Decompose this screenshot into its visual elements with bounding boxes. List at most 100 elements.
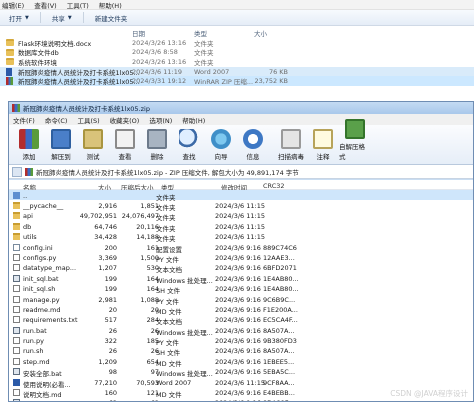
entry-name: readme.md (23, 305, 61, 314)
archive-row[interactable]: datatype_map... 1,207 530 文本文档 2024/3/6 9:16… (9, 263, 473, 274)
extract-icon (51, 129, 71, 149)
watermark: CSDN @JAVA程序设计 (390, 389, 468, 398)
menu-view[interactable]: 查看(V) (34, 0, 57, 10)
entry-modified: 2024/3/6 9:16 (215, 243, 261, 252)
column-size[interactable]: 大小 (254, 28, 267, 38)
entry-name: init_sql.sh (23, 285, 56, 294)
toolbar-divider (39, 12, 41, 23)
archive-row[interactable]: __pycache__ 2,916 1,851 文件夹 2024/3/6 11:15 (9, 200, 473, 212)
entry-size: 1,209 (98, 357, 117, 366)
archive-row[interactable]: run.py 322 185 PY 文件 2024/3/6 9:16 9B380FD3 (9, 335, 473, 347)
tool-wizard-button[interactable]: 向导 (205, 129, 237, 161)
share-button[interactable]: 共享 ▼ (47, 12, 77, 24)
tool-label: 查找 (182, 153, 196, 161)
menu-edit[interactable]: 编辑(E) (2, 0, 24, 10)
entry-size: 62 (79, 399, 117, 401)
menu-options[interactable]: 选项(N) (149, 115, 172, 125)
tool-extract-button[interactable]: 解压到 (45, 129, 77, 161)
entry-packed-size: 14,188 (136, 233, 159, 242)
toolbar-divider (82, 12, 84, 23)
parent-folder-row[interactable]: .. 文件夹 (9, 190, 473, 202)
archive-row[interactable]: db 64,746 20,116 文件夹 2024/3/6 11:15 (9, 221, 473, 233)
zip-icon (6, 77, 13, 86)
tool-sfx-button[interactable]: 自解压格式 (339, 119, 371, 161)
file-icon (13, 337, 20, 345)
entry-crc: 9CF8AA... (263, 378, 295, 387)
entry-size: 199 (104, 274, 117, 283)
menu-tools[interactable]: 工具(T) (67, 0, 89, 10)
menu-file[interactable]: 文件(F) (13, 115, 35, 125)
archive-row[interactable]: requirements.txt 517 284 文本文档 2024/3/6 9:16 E… (9, 315, 473, 326)
open-button[interactable]: 打开 ▼ (4, 12, 34, 24)
entry-packed-size: 20 (150, 305, 159, 314)
tool-test-button[interactable]: 测试 (77, 129, 109, 161)
folder-icon (6, 39, 14, 47)
file-date: 2024/3/31 19:12 (132, 77, 187, 86)
file-type: WinRAR ZIP 压缩... (194, 78, 254, 87)
entry-name: run.py (23, 337, 44, 346)
archive-row[interactable]: step.md 1,209 654 MD 文件 2024/3/6 9:16 1EBEE5.… (9, 356, 473, 368)
explorer-row[interactable]: Flask环境说明文档.docx 2024/3/26 13:16 文件夹 (0, 38, 474, 48)
bat-icon (13, 326, 20, 334)
tool-scan-button[interactable]: 扫描病毒 (275, 129, 307, 161)
menu-help[interactable]: 帮助(H) (99, 0, 122, 10)
tool-view-button[interactable]: 查看 (109, 129, 141, 161)
tool-info-button[interactable]: 信息 (237, 129, 269, 161)
archive-row[interactable]: api 49,702,951 24,076,497 文件夹 2024/3/6 11:15 (9, 211, 473, 222)
menu-commands[interactable]: 命令(C) (45, 115, 68, 125)
archive-row[interactable]: run.sh 26 26 SH 文件 2024/3/6 9:16 8A507A... (9, 346, 473, 357)
explorer-row[interactable]: 系统软件环境 2024/3/26 13:16 文件夹 (0, 57, 474, 67)
archive-row[interactable]: init_sql.bat 199 164 Windows 批处理... 2024/3/6… (9, 273, 473, 285)
archive-row[interactable]: configs.py 3,369 1,500 PY 文件 2024/3/6 9:16 12… (9, 252, 473, 264)
tool-add-button[interactable]: 添加 (13, 129, 45, 161)
menu-tools[interactable]: 工具(S) (77, 115, 99, 125)
entry-size: 26 (108, 326, 117, 335)
column-crc[interactable]: CRC32 (263, 182, 285, 190)
new-folder-label: 新建文件夹 (94, 14, 128, 23)
tool-delete-button[interactable]: 删除 (141, 129, 173, 161)
entry-modified: 2024/3/6 11:15 (215, 212, 265, 221)
delete-icon (147, 129, 167, 149)
file-explorer: 编辑(E) 查看(V) 工具(T) 帮助(H) 打开 ▼ 共享 ▼ 新建文件夹 日期… (0, 0, 474, 100)
menu-help[interactable]: 帮助(H) (182, 115, 205, 125)
explorer-row[interactable]: 数据库文件db 2024/3/6 8:58 文件夹 (0, 48, 474, 57)
explorer-row[interactable]: 新冠肺炎疫情人员统计及打卡系统1lx05... 2024/3/31 19:12 Wi… (0, 76, 474, 86)
archive-row[interactable]: manage.py 2,981 1,088 PY 文件 2024/3/6 9:16 9C6… (9, 294, 473, 306)
column-type[interactable]: 类型 (194, 28, 207, 38)
column-date[interactable]: 日期 (132, 28, 145, 38)
file-date: 2024/3/26 13:16 (132, 57, 187, 66)
window-title: 新冠肺炎疫情人员统计及打卡系统1lx05.zip (23, 105, 150, 113)
entry-modified: 2024/3/6 9:16 (215, 285, 261, 294)
tool-label: 查看 (118, 153, 132, 161)
tool-find-button[interactable]: 查找 (173, 129, 205, 161)
tool-label: 测试 (86, 153, 100, 161)
entry-name: configs.py (23, 253, 57, 262)
folder-icon (6, 58, 14, 66)
entry-name: __pycache__ (23, 201, 64, 210)
entry-crc: 6BFD2071 (263, 264, 297, 273)
archive-row[interactable]: init_sql.sh 199 164 SH 文件 2024/3/6 9:16 1E4AB… (9, 284, 473, 295)
new-folder-button[interactable]: 新建文件夹 (90, 12, 133, 24)
tool-label: 注释 (316, 153, 330, 161)
explorer-row[interactable]: 新冠肺炎疫情人员统计及打卡系统1lx05... 2024/3/6 11:19 Wor… (0, 66, 474, 77)
archive-row[interactable]: config.ini 200 161 配置设置 2024/3/6 9:16 889C74C… (9, 242, 473, 254)
menu-favorites[interactable]: 收藏夹(O) (110, 115, 140, 125)
entry-name: utils (23, 233, 37, 242)
archive-row[interactable]: readme.md 20 20 MD 文件 2024/3/6 9:16 F1E200A..… (9, 304, 473, 316)
archive-row[interactable]: 安装全部.bat 98 97 Windows 批处理... 2024/3/6 9:16 5… (9, 367, 473, 378)
up-folder-button[interactable] (12, 166, 22, 177)
archive-row[interactable]: run.bat 26 26 Windows 批处理... 2024/3/6 9:16 8A… (9, 325, 473, 337)
archive-file-list: 名称 大小 压缩后大小 类型 修改时间 CRC32 .. 文件夹 __pycache… (9, 180, 473, 401)
archive-path: 新冠肺炎疫情人员统计及打卡系统1lx05.zip - ZIP 压缩文件, 解包大… (36, 168, 299, 177)
archive-row[interactable]: 使用说明(必看... 77,210 70,593 Word 2007 2024/3/6 … (9, 377, 473, 389)
archive-row[interactable]: utils 34,428 14,188 文件夹 2024/3/6 11:15 (9, 232, 473, 243)
entry-name: requirements.txt (23, 316, 78, 325)
doc-icon (13, 378, 20, 386)
entry-packed-size: 97 (150, 368, 159, 377)
tool-comment-button[interactable]: 注释 (307, 129, 339, 161)
entry-size: 200 (104, 243, 117, 252)
sfx-icon (345, 119, 365, 139)
winrar-titlebar[interactable]: 新冠肺炎疫情人员统计及打卡系统1lx05.zip (9, 102, 473, 114)
entry-packed-size: 1,500 (140, 253, 159, 262)
upfolder-icon (13, 191, 20, 199)
